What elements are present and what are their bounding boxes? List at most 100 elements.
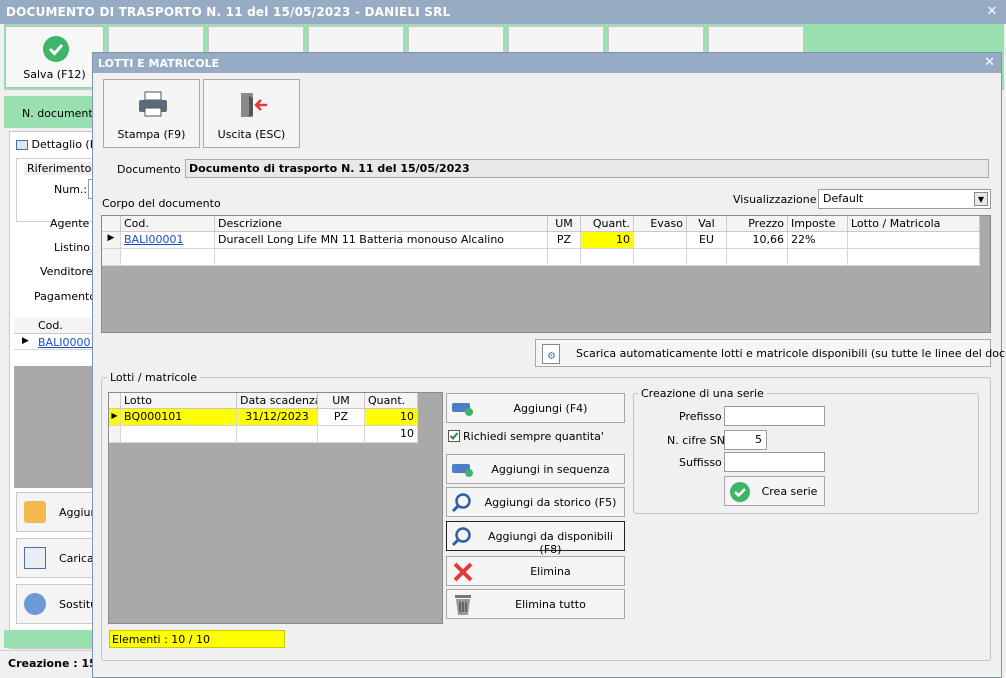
body-cell-val: EU — [687, 232, 727, 249]
scarica-label: Scarica automaticamente lotti e matricol… — [576, 347, 1006, 360]
documento-value: Documento di trasporto N. 11 del 15/05/2… — [185, 159, 989, 178]
checklist-icon — [24, 547, 46, 569]
elimina-tutto-button[interactable]: Elimina tutto — [446, 589, 625, 619]
body-cell-descrizione: Duracell Long Life MN 11 Batteria monous… — [215, 232, 548, 249]
search-icon — [451, 527, 471, 547]
crea-serie-button[interactable]: Crea serie — [724, 476, 825, 506]
visualizzazione-select[interactable]: Default ▼ — [818, 189, 991, 209]
gear-doc-icon: ⚙ — [542, 344, 560, 364]
stampa-button[interactable]: Stampa (F9) — [103, 79, 200, 148]
prefisso-input[interactable] — [724, 406, 825, 426]
dialog-title: LOTTI E MATRICOLE — [93, 53, 1001, 73]
body-header-imposte: Imposte — [788, 216, 848, 232]
row-pointer-icon: ▶ — [109, 409, 121, 426]
documento-label: Documento : — [117, 163, 188, 176]
body-header-lotto: Lotto / Matricola — [848, 216, 980, 232]
body-header-prezzo: Prezzo — [727, 216, 788, 232]
lot-cell-scadenza: 31/12/2023 — [237, 409, 318, 426]
suffisso-input[interactable] — [724, 452, 825, 472]
elimina-label: Elimina — [530, 565, 571, 578]
richiedi-checkbox[interactable] — [448, 430, 460, 442]
agente-label: Agente : — [50, 217, 97, 230]
elementi-counter: Elementi : 10 / 10 — [109, 630, 285, 648]
body-grid: Cod. Descrizione UM Quant. Evaso Val Pre… — [101, 215, 991, 333]
lot-header-lotto: Lotto — [121, 393, 237, 409]
main-close-icon[interactable]: ✕ — [984, 4, 1000, 20]
visualizzazione-label: Visualizzazione : — [733, 193, 824, 206]
lot-cell-um: PZ — [318, 409, 365, 426]
row-pointer-icon: ▶ — [102, 232, 121, 249]
body-cell-um: PZ — [548, 232, 581, 249]
lot-grid: Lotto Data scadenza UM Quant. ▶ BQ000101… — [108, 392, 443, 624]
num-label: Num.: — [54, 183, 88, 196]
aggiungi-label: Aggiungi (F4) — [513, 402, 588, 415]
uscita-button[interactable]: Uscita (ESC) — [203, 79, 300, 148]
prefisso-label: Prefisso — [679, 410, 722, 423]
side-carica-label: Carica — [59, 552, 94, 565]
serie-group-label: Creazione di una serie — [638, 387, 767, 400]
lotti-group-label: Lotti / matricole — [107, 371, 200, 384]
check-icon — [449, 432, 459, 440]
scarica-button[interactable]: ⚙ Scarica automaticamente lotti e matric… — [535, 339, 1006, 367]
check-icon — [43, 36, 69, 62]
box-add-icon — [24, 501, 46, 523]
save-label: Salva (F12) — [23, 68, 86, 81]
dialog-close-icon[interactable]: ✕ — [984, 55, 995, 70]
bg-grid-col-cod: Cod. — [38, 319, 63, 332]
table-icon — [16, 140, 28, 150]
body-header-val: Val — [687, 216, 727, 232]
lot-header-um: UM — [318, 393, 365, 409]
body-cell-lotto — [848, 232, 980, 249]
crea-serie-label: Crea serie — [761, 485, 818, 498]
stampa-label: Stampa (F9) — [117, 128, 186, 141]
aggiungi-disponibili-label: Aggiungi da disponibili (F8) — [488, 530, 613, 556]
body-cell-cod[interactable]: BALI00001 — [121, 232, 215, 249]
delete-x-icon — [453, 562, 473, 582]
exit-icon — [241, 93, 267, 117]
suffisso-label: Suffisso — [679, 456, 722, 469]
bottom-green-bar — [4, 630, 100, 648]
swap-icon — [24, 593, 46, 615]
uscita-label: Uscita (ESC) — [217, 128, 286, 141]
lotti-dialog: LOTTI E MATRICOLE ✕ Stampa (F9) Uscita (… — [92, 52, 1006, 678]
listino-label: Listino : — [54, 241, 98, 254]
tab-dettaglio[interactable]: Dettaglio (F — [16, 138, 96, 151]
cifre-label: N. cifre SN — [667, 434, 725, 447]
lot-header-quant: Quant. — [365, 393, 418, 409]
body-cell-evaso — [634, 232, 687, 249]
body-header-descrizione: Descrizione — [215, 216, 548, 232]
status-bar: Creazione : 15/ — [0, 650, 100, 678]
search-icon — [451, 493, 471, 513]
aggiungi-storico-label: Aggiungi da storico (F5) — [484, 496, 617, 509]
corpo-label: Corpo del documento — [102, 197, 221, 210]
doc-number-label: N. documento — [22, 107, 100, 120]
lot-cell-lotto: BQ000101 — [121, 409, 237, 426]
side-sostituisci-button[interactable]: Sostitu — [16, 584, 100, 624]
elimina-tutto-label: Elimina tutto — [515, 598, 586, 611]
aggiungi-button[interactable]: Aggiungi (F4) — [446, 393, 625, 423]
save-button[interactable]: Salva (F12) — [5, 26, 104, 88]
cifre-input[interactable]: 5 — [724, 430, 767, 450]
body-header-quant: Quant. — [581, 216, 634, 232]
lot-header-corner — [109, 393, 121, 409]
aggiungi-storico-button[interactable]: Aggiungi da storico (F5) — [446, 487, 625, 517]
aggiungi-sequenza-label: Aggiungi in sequenza — [491, 463, 610, 476]
body-cell-imposte: 22% — [788, 232, 848, 249]
chevron-down-icon: ▼ — [974, 192, 988, 206]
aggiungi-disponibili-button[interactable]: Aggiungi da disponibili (F8) — [446, 521, 625, 556]
bg-grid-empty-row — [14, 350, 102, 366]
check-circle-icon — [730, 482, 750, 502]
side-carica-button[interactable]: Carica — [16, 538, 100, 578]
bg-grid: Cod. ▶ BALI00001 — [14, 318, 102, 488]
lot-total-value: 10 — [365, 426, 418, 443]
aggiungi-sequenza-button[interactable]: Aggiungi in sequenza — [446, 454, 625, 484]
side-aggiungi-button[interactable]: Aggiung — [16, 492, 104, 532]
tab-dettaglio-label: Dettaglio (F — [31, 138, 97, 151]
elimina-button[interactable]: Elimina — [446, 556, 625, 586]
main-window-title: DOCUMENTO DI TRASPORTO N. 11 del 15/05/2… — [0, 0, 1006, 24]
body-cell-quant: 10 — [581, 232, 634, 249]
body-header-um: UM — [548, 216, 581, 232]
body-cell-prezzo: 10,66 — [727, 232, 788, 249]
bg-grid-row-cod[interactable]: BALI00001 — [38, 336, 97, 349]
body-header-cod: Cod. — [121, 216, 215, 232]
